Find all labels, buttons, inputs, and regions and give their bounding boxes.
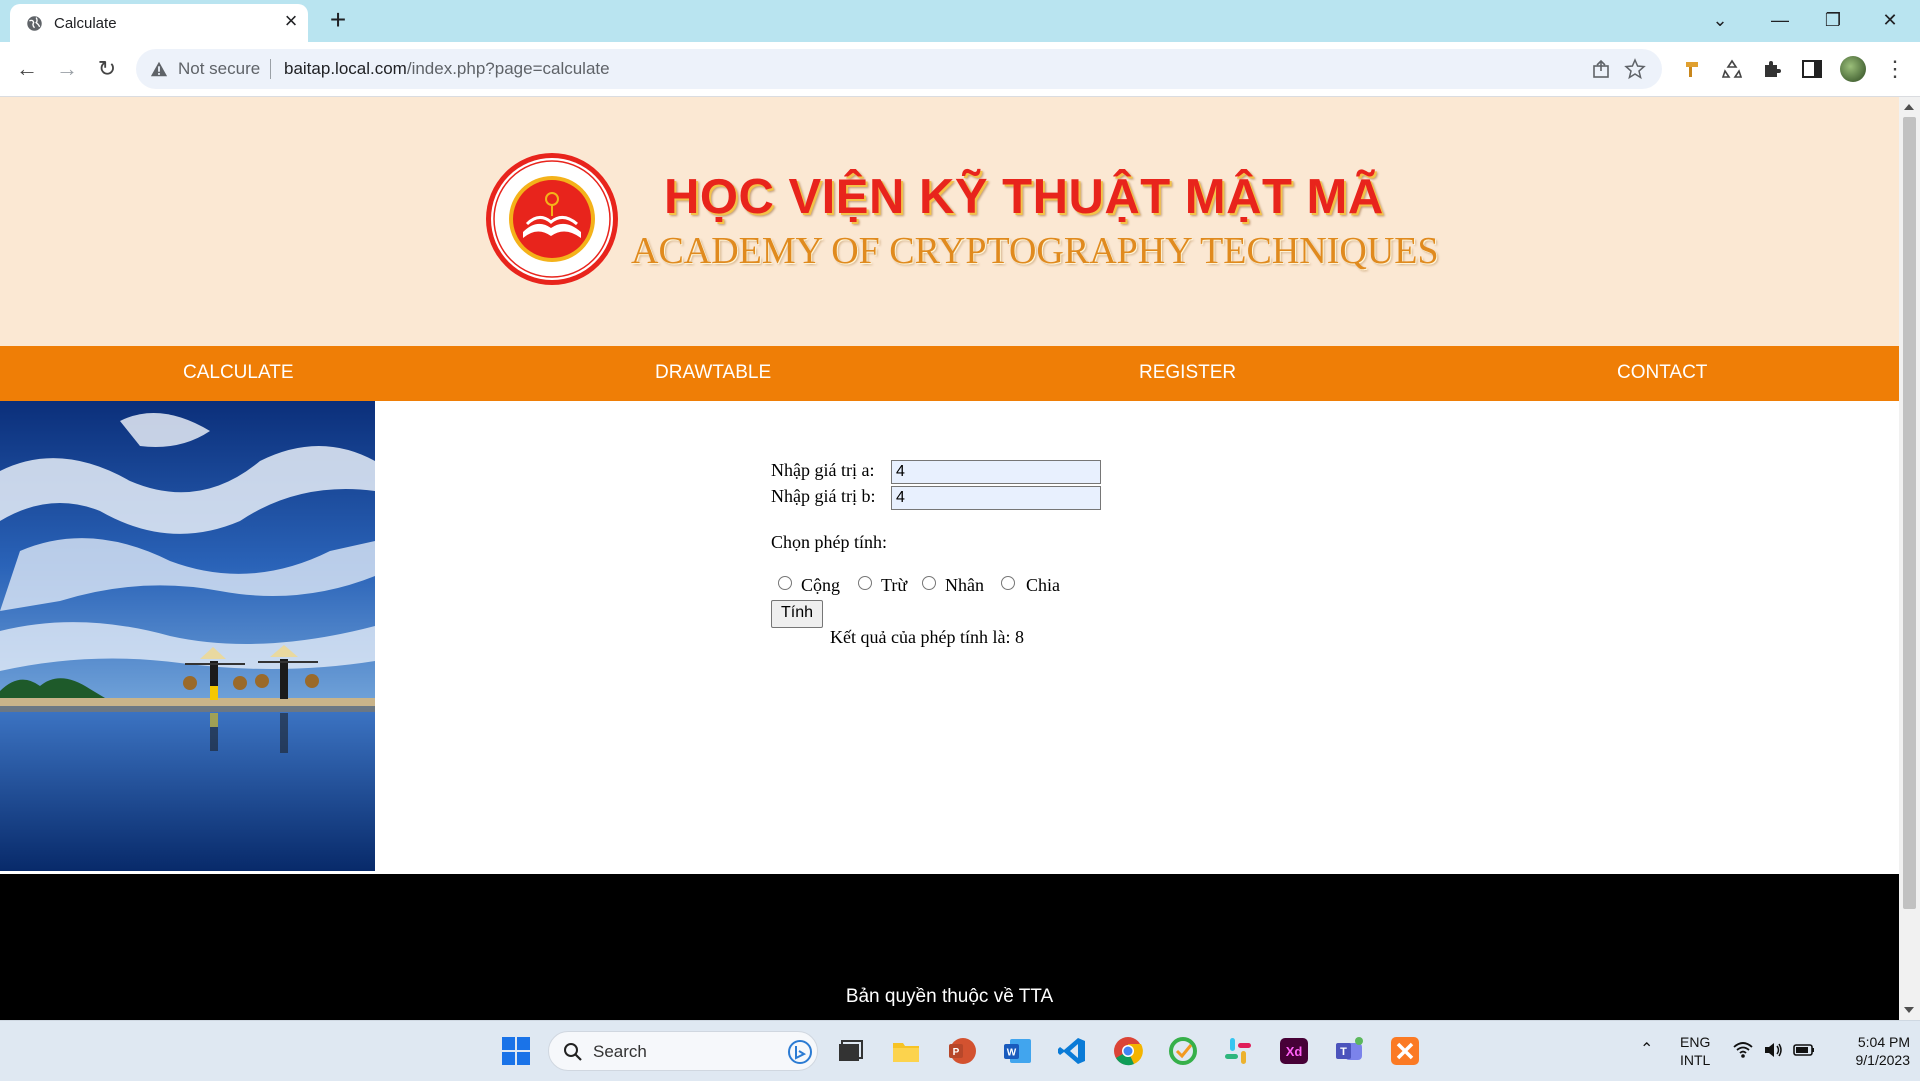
result-text: Kết quả của phép tính là: 8	[830, 627, 1024, 647]
browser-tab-strip: Calculate × + ⌄ — ❐ ✕	[0, 0, 1920, 42]
file-explorer-icon[interactable]	[890, 1035, 922, 1067]
input-value-b[interactable]: 4	[891, 486, 1101, 510]
restore-button[interactable]: ❐	[1813, 4, 1853, 36]
globe-icon	[27, 16, 42, 31]
new-tab-button[interactable]: +	[324, 6, 352, 34]
label-multiply: Nhân	[945, 575, 984, 595]
label-value-a: Nhập giá trị a:	[771, 460, 875, 480]
scrollbar-thumb[interactable]	[1903, 117, 1916, 909]
volume-icon[interactable]	[1762, 1039, 1784, 1061]
taskbar-search-box[interactable]: Search	[548, 1031, 818, 1071]
page-viewport: HỌC VIỆN KỸ THUẬT MẬT MÃ ACADEMY OF CRYP…	[0, 97, 1899, 1020]
header-title-vietnamese: HỌC VIỆN KỸ THUẬT MẬT MÃ	[664, 170, 1384, 224]
svg-text:P: P	[953, 1047, 960, 1058]
site-header: HỌC VIỆN KỸ THUẬT MẬT MÃ ACADEMY OF CRYP…	[0, 97, 1899, 346]
menu-item-drawtable[interactable]: DRAWTABLE	[655, 346, 771, 401]
extension-hammer-icon[interactable]	[1682, 57, 1706, 81]
radio-add[interactable]	[778, 576, 792, 590]
bing-icon[interactable]	[787, 1039, 813, 1065]
bookmark-star-icon[interactable]	[1624, 58, 1646, 80]
radio-subtract[interactable]	[858, 576, 872, 590]
academy-logo	[486, 153, 618, 285]
warning-icon[interactable]	[150, 60, 168, 78]
extensions-puzzle-icon[interactable]	[1760, 57, 1784, 81]
tab-title: Calculate	[54, 15, 117, 32]
language-code: ENG	[1680, 1034, 1711, 1050]
windows-start-icon[interactable]	[500, 1035, 532, 1067]
menu-item-contact[interactable]: CONTACT	[1617, 346, 1707, 401]
url-path: /index.php?page=calculate	[406, 59, 610, 78]
clock[interactable]: 5:04 PM 9/1/2023	[1830, 1033, 1911, 1069]
search-placeholder: Search	[593, 1042, 647, 1061]
side-panel-icon[interactable]	[1800, 57, 1824, 81]
close-tab-icon[interactable]: ×	[280, 10, 302, 32]
clock-time: 5:04 PM	[1857, 1034, 1910, 1050]
label-add: Cộng	[801, 575, 841, 595]
battery-icon[interactable]	[1792, 1039, 1816, 1061]
clock-date: 9/1/2023	[1855, 1052, 1911, 1068]
xampp-icon[interactable]	[1389, 1035, 1421, 1067]
keyboard-layout: INTL	[1680, 1052, 1711, 1068]
language-indicator[interactable]: ENG INTL	[1680, 1033, 1710, 1069]
security-label[interactable]: Not secure	[178, 59, 260, 79]
calculate-button[interactable]: Tính	[771, 600, 824, 628]
address-bar[interactable]: Not secure baitap.local.com/index.php?pa…	[136, 49, 1662, 89]
browser-tab[interactable]: Calculate ×	[10, 4, 308, 42]
adobe-xd-icon[interactable]: Xd	[1278, 1035, 1310, 1067]
vscode-icon[interactable]	[1056, 1035, 1088, 1067]
task-view-icon[interactable]	[834, 1035, 866, 1067]
copyright-text: Bản quyền thuộc về TTA	[845, 986, 1054, 1007]
label-subtract: Trừ	[881, 575, 908, 595]
extension-recycle-icon[interactable]	[1720, 57, 1744, 81]
radio-multiply[interactable]	[922, 576, 936, 590]
label-divide: Chia	[1026, 575, 1060, 595]
svg-text:Xd: Xd	[1286, 1044, 1303, 1059]
powerpoint-icon[interactable]: P	[946, 1035, 978, 1067]
site-footer: Bản quyền thuộc về TTA	[0, 874, 1899, 1020]
svg-text:T: T	[1340, 1046, 1347, 1058]
menu-item-register[interactable]: REGISTER	[1139, 346, 1236, 401]
teams-icon[interactable]: T	[1333, 1035, 1365, 1067]
radio-divide[interactable]	[1001, 576, 1015, 590]
header-title-english: ACADEMY OF CRYPTOGRAPHY TECHNIQUES	[631, 230, 1439, 272]
chrome-icon[interactable]	[1112, 1035, 1144, 1067]
chrome-menu-button[interactable]: ⋮	[1880, 54, 1910, 84]
share-icon[interactable]	[1590, 58, 1612, 80]
menu-item-calculate[interactable]: CALCULATE	[183, 346, 294, 401]
sidebar-landscape-image	[0, 401, 375, 871]
profile-avatar[interactable]	[1840, 56, 1866, 82]
label-value-b: Nhập giá trị b:	[771, 486, 876, 506]
url-text[interactable]: baitap.local.com/index.php?page=calculat…	[284, 59, 610, 79]
scroll-up-arrow-icon[interactable]	[1904, 104, 1914, 110]
minimize-button[interactable]: —	[1760, 4, 1800, 36]
word-icon[interactable]: W	[1001, 1035, 1033, 1067]
back-button[interactable]: ←	[12, 54, 42, 84]
show-hidden-icons-button[interactable]: ⌃	[1640, 1041, 1653, 1059]
address-separator	[270, 59, 271, 79]
svg-text:W: W	[1007, 1048, 1017, 1059]
main-menu: CALCULATE DRAWTABLE REGISTER CONTACT	[0, 346, 1899, 401]
reload-button[interactable]: ↻	[92, 54, 122, 84]
windows-taskbar: Search P W Xd T ⌃ ENG INTL 5:04 PM 9/1/2…	[0, 1020, 1920, 1081]
search-icon	[564, 1043, 582, 1061]
window-close-button[interactable]: ✕	[1870, 4, 1910, 36]
green-app-icon[interactable]	[1167, 1035, 1199, 1067]
tab-search-button[interactable]: ⌄	[1700, 4, 1740, 36]
page-scrollbar[interactable]	[1899, 97, 1920, 1020]
forward-button[interactable]: →	[52, 54, 82, 84]
label-choose-operation: Chọn phép tính:	[771, 532, 887, 552]
wifi-icon[interactable]	[1732, 1039, 1754, 1061]
slack-icon[interactable]	[1222, 1035, 1254, 1067]
scroll-down-arrow-icon[interactable]	[1904, 1007, 1914, 1013]
browser-toolbar: ← → ↻ Not secure baitap.local.com/index.…	[0, 42, 1920, 97]
input-value-a[interactable]: 4	[891, 460, 1101, 484]
url-host: baitap.local.com	[284, 59, 407, 78]
